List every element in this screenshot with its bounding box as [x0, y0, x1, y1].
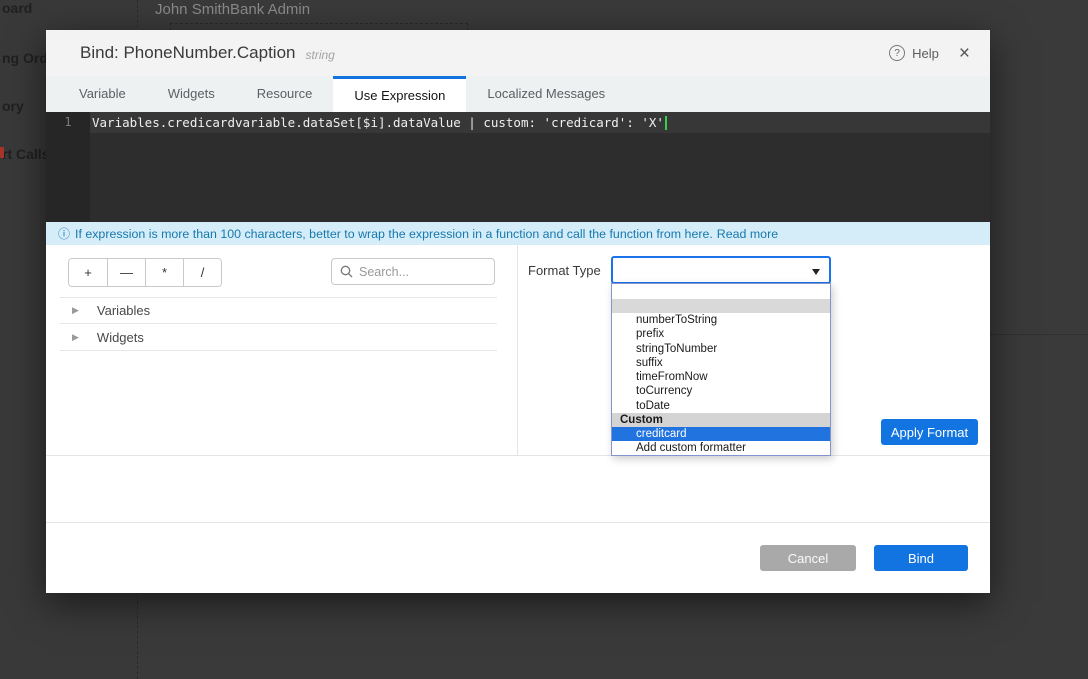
menu-option-timefromnow[interactable]: timeFromNow: [612, 370, 830, 384]
close-icon[interactable]: ×: [959, 44, 970, 63]
info-message: If expression is more than 100 character…: [75, 227, 713, 241]
tree-item-widgets[interactable]: ▶ Widgets: [60, 324, 497, 351]
apply-format-button[interactable]: Apply Format: [881, 419, 978, 445]
header-actions: ? Help ×: [889, 30, 970, 76]
chevron-right-icon[interactable]: ▶: [72, 305, 79, 316]
tree-item-label: Variables: [97, 303, 150, 318]
tab-variable[interactable]: Variable: [58, 76, 147, 112]
search-input[interactable]: [359, 265, 479, 279]
operator-button-group: + — * /: [68, 258, 222, 287]
sidebar-item-support-calls: rt Calls: [2, 146, 49, 162]
menu-option-todate[interactable]: toDate: [612, 399, 830, 413]
expression-code-line[interactable]: Variables.credicardvariable.dataSet[$i].…: [92, 115, 667, 130]
bind-button[interactable]: Bind: [874, 545, 968, 571]
divide-operator-button[interactable]: /: [183, 259, 221, 286]
menu-option-add-custom-formatter[interactable]: Add custom formatter: [612, 441, 830, 455]
dialog-type-label: string: [305, 45, 334, 62]
read-more-link[interactable]: Read more: [717, 227, 778, 241]
dialog-tabs: Variable Widgets Resource Use Expression…: [46, 76, 990, 112]
menu-option-tocurrency[interactable]: toCurrency: [612, 384, 830, 398]
footer-divider: [46, 522, 990, 523]
tab-resource[interactable]: Resource: [236, 76, 334, 112]
expression-editor[interactable]: 1 Variables.credicardvariable.dataSet[$i…: [46, 112, 990, 222]
dialog-body: + — * / ▶ Variables ▶ Widgets Format Typ…: [46, 245, 990, 455]
bind-dialog: Bind: PhoneNumber.Caption string ? Help …: [46, 30, 990, 593]
minus-operator-button[interactable]: —: [107, 259, 145, 286]
menu-option-creditcard[interactable]: creditcard: [612, 427, 830, 441]
format-type-label: Format Type: [528, 263, 601, 278]
info-bar: ⓘ If expression is more than 100 charact…: [46, 222, 990, 245]
editor-line-number: 1: [46, 115, 90, 129]
sidebar-item-dashboard: oard: [2, 0, 32, 16]
background-user-text: John SmithBank Admin: [155, 1, 310, 18]
menu-option-blank-highlighted[interactable]: [612, 299, 830, 313]
dropdown-arrow-icon: [812, 269, 820, 275]
help-label: Help: [912, 46, 939, 61]
sidebar-item-history: ory: [2, 98, 24, 114]
help-icon: ?: [889, 45, 905, 61]
search-box: [331, 258, 495, 285]
menu-option-stringtonumber[interactable]: stringToNumber: [612, 342, 830, 356]
menu-option-suffix[interactable]: suffix: [612, 356, 830, 370]
plus-operator-button[interactable]: +: [69, 259, 107, 286]
format-type-select[interactable]: [611, 256, 831, 284]
background-dotted-divider: [990, 334, 1088, 335]
expression-text: Variables.credicardvariable.dataSet[$i].…: [92, 115, 664, 130]
tab-use-expression[interactable]: Use Expression: [333, 76, 466, 112]
chevron-right-icon[interactable]: ▶: [72, 332, 79, 343]
tree-item-label: Widgets: [97, 330, 144, 345]
dialog-title: Bind: PhoneNumber.Caption: [80, 43, 295, 63]
menu-option-prefix[interactable]: prefix: [612, 327, 830, 341]
help-button[interactable]: ? Help: [889, 45, 939, 61]
tab-localized-messages[interactable]: Localized Messages: [466, 76, 626, 112]
panel-divider: [517, 245, 518, 455]
menu-group-custom: Custom: [612, 413, 830, 427]
menu-option-blank[interactable]: [612, 284, 830, 299]
expression-tree: ▶ Variables ▶ Widgets: [60, 297, 497, 351]
search-icon: [340, 265, 353, 278]
multiply-operator-button[interactable]: *: [145, 259, 183, 286]
tab-widgets[interactable]: Widgets: [147, 76, 236, 112]
tree-item-variables[interactable]: ▶ Variables: [60, 297, 497, 324]
text-cursor: [665, 116, 667, 130]
red-marker: [0, 147, 4, 158]
info-icon: ⓘ: [58, 225, 70, 242]
cancel-button[interactable]: Cancel: [760, 545, 856, 571]
format-type-menu: numberToString prefix stringToNumber suf…: [611, 283, 831, 456]
dialog-header: Bind: PhoneNumber.Caption string ? Help …: [46, 30, 990, 76]
mid-divider: [46, 455, 990, 456]
menu-option-numbertostring[interactable]: numberToString: [612, 313, 830, 327]
